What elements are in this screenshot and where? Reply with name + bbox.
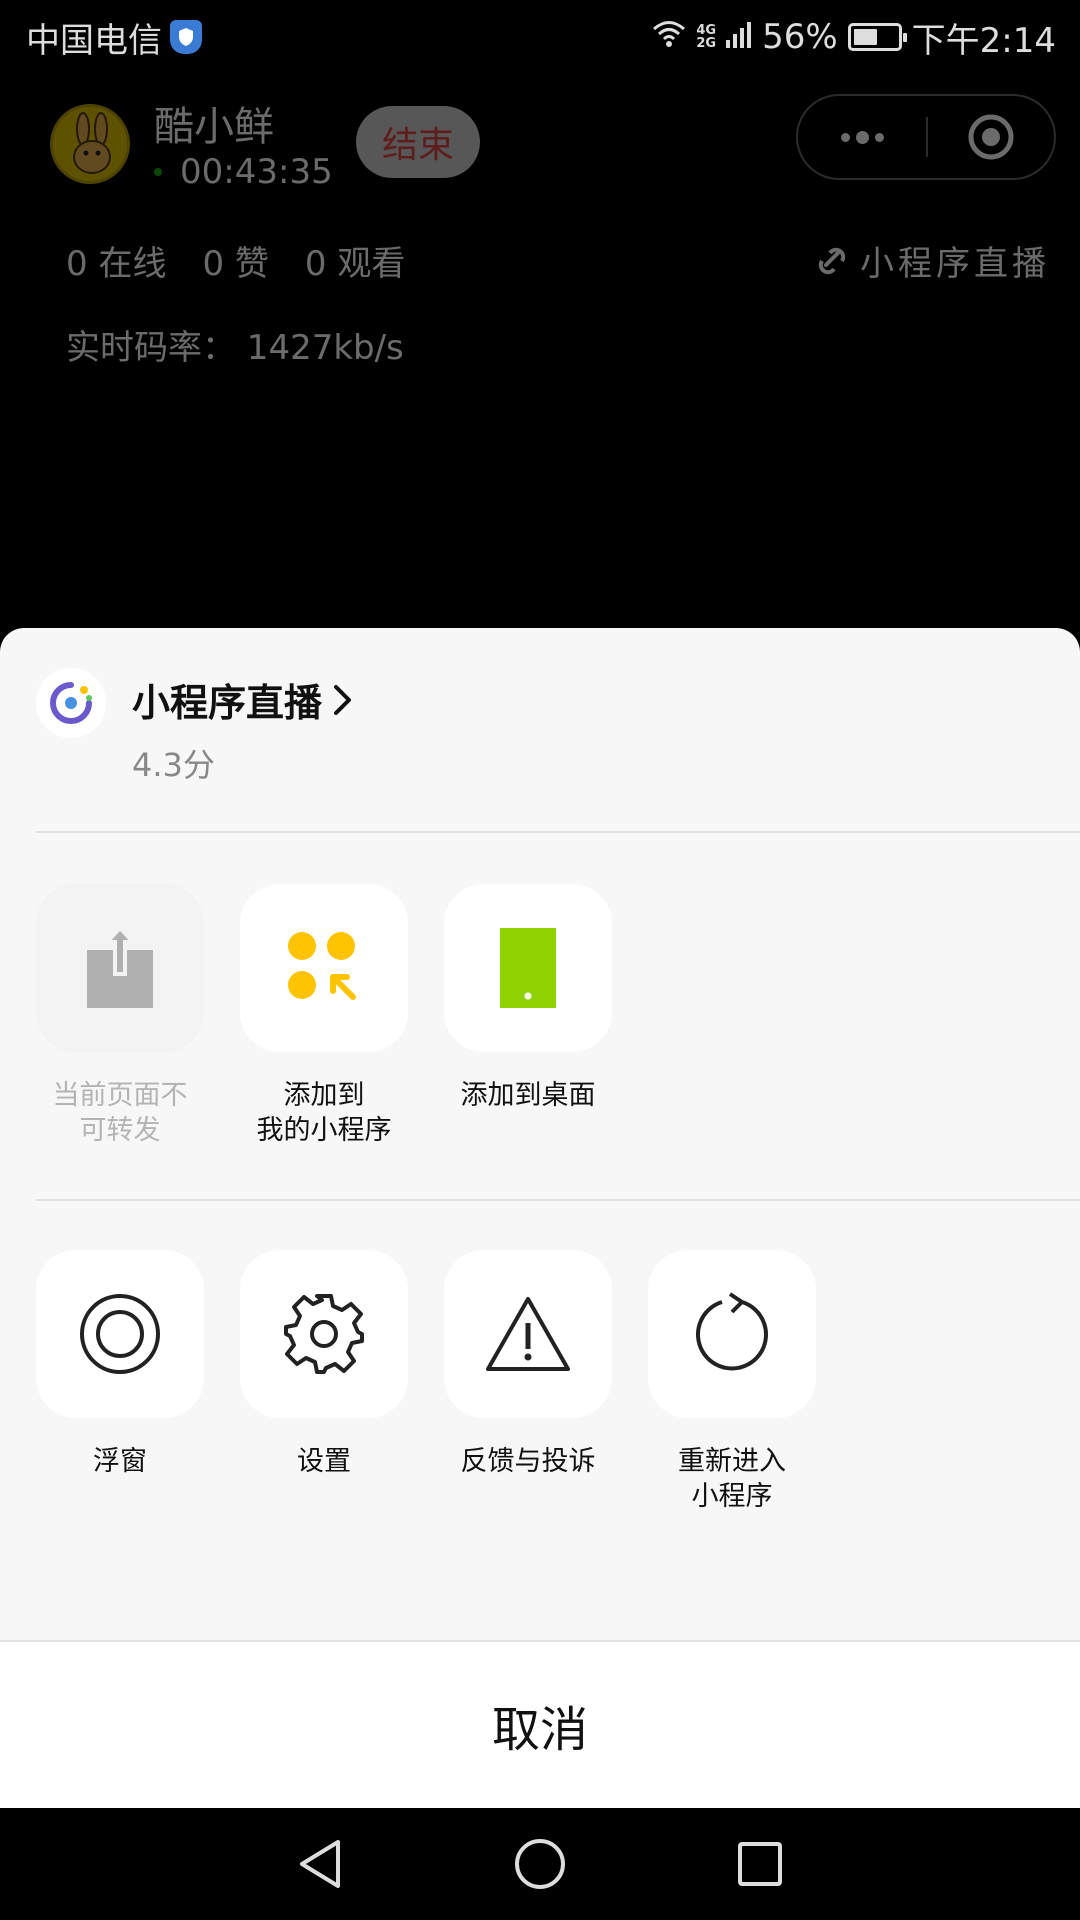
add-to-my-miniprogram-button[interactable]	[240, 884, 408, 1052]
live-timer: 00:43:35	[180, 152, 333, 192]
settings-button[interactable]	[240, 1250, 408, 1418]
settings-item[interactable]: 设置	[240, 1250, 408, 1514]
share-actions-row: 当前页面不 可转发 添加到 我的小程序 添加到桌面	[36, 884, 612, 1148]
end-live-button[interactable]: 结束	[356, 106, 480, 178]
reenter-label: 重新进入 小程序	[678, 1446, 786, 1512]
feedback-item[interactable]: 反馈与投诉	[444, 1250, 612, 1514]
navigation-bar	[0, 1808, 1080, 1920]
add-to-desktop-button[interactable]	[444, 884, 612, 1052]
status-bar: 中国电信 4G 2G 56% 下午2:14	[0, 0, 1080, 74]
carrier-label: 中国电信	[26, 20, 162, 61]
miniprogram-capsule	[796, 94, 1056, 180]
divider	[36, 1199, 1080, 1201]
security-shield-icon	[170, 20, 202, 54]
floating-window-button[interactable]	[36, 1250, 204, 1418]
reenter-button[interactable]	[648, 1250, 816, 1418]
add-to-my-miniprogram-icon	[288, 932, 356, 1000]
brand-tag: 小程序直播	[812, 236, 1050, 285]
more-button[interactable]	[798, 96, 926, 178]
more-dot-icon	[874, 132, 884, 142]
view-count: 0 观看	[304, 244, 406, 284]
like-count: 0 赞	[202, 244, 269, 284]
back-button[interactable]	[280, 1824, 360, 1904]
floating-window-icon	[80, 1294, 160, 1374]
warning-icon	[486, 1297, 570, 1371]
action-sheet: 小程序直播 4.3分 当前页面不 可转发 添加到 我的小程序 添加到桌面 浮窗 …	[0, 628, 1080, 1808]
app-logo-icon	[36, 668, 106, 738]
forward-item: 当前页面不 可转发	[36, 884, 204, 1148]
bitrate-label: 实时码率： 1427kb/s	[66, 328, 404, 368]
floating-window-label: 浮窗	[93, 1446, 147, 1477]
clock: 下午2:14	[911, 20, 1056, 61]
add-to-desktop-icon	[500, 928, 556, 1008]
back-triangle-icon	[300, 1840, 340, 1888]
live-stats: 0 在线 0 赞 0 观看	[66, 236, 405, 285]
feedback-label: 反馈与投诉	[460, 1446, 596, 1477]
divider	[36, 831, 1080, 833]
recents-button[interactable]	[720, 1824, 800, 1904]
app-name: 小程序直播	[132, 681, 323, 725]
network-type: 4G 2G	[696, 23, 717, 51]
close-miniprogram-button[interactable]	[928, 96, 1054, 178]
online-count: 0 在线	[66, 244, 167, 284]
battery-icon	[847, 23, 907, 51]
host-name: 酷小鲜	[154, 104, 274, 150]
app-rating: 4.3分	[132, 746, 215, 784]
battery-percent: 56%	[762, 17, 838, 57]
avatar[interactable]	[50, 104, 130, 184]
close-target-icon	[968, 114, 1014, 160]
add-to-desktop-label: 添加到桌面	[460, 1080, 596, 1111]
share-icon	[87, 926, 153, 1008]
recents-square-icon	[738, 1842, 782, 1886]
more-dot-icon	[855, 130, 869, 144]
feedback-button[interactable]	[444, 1250, 612, 1418]
gear-icon	[284, 1294, 364, 1374]
live-header: 酷小鲜 00:43:35 结束	[50, 92, 1056, 192]
add-to-my-miniprogram-item[interactable]: 添加到 我的小程序	[240, 884, 408, 1148]
cell-signal-icon	[726, 17, 752, 57]
chevron-right-icon	[334, 684, 352, 715]
add-to-desktop-item[interactable]: 添加到桌面	[444, 884, 612, 1148]
cancel-button[interactable]: 取消	[0, 1640, 1080, 1808]
forward-button	[36, 884, 204, 1052]
reload-icon	[696, 1292, 768, 1371]
home-circle-icon	[515, 1839, 565, 1889]
reenter-item[interactable]: 重新进入 小程序	[648, 1250, 816, 1514]
forward-label: 当前页面不 可转发	[52, 1080, 188, 1146]
more-dot-icon	[840, 132, 850, 142]
tool-actions-row: 浮窗 设置 反馈与投诉 重新进入 小程序	[36, 1250, 816, 1514]
wifi-icon	[652, 17, 686, 57]
floating-window-item[interactable]: 浮窗	[36, 1250, 204, 1514]
add-to-my-miniprogram-label: 添加到 我的小程序	[256, 1080, 392, 1146]
settings-label: 设置	[297, 1446, 351, 1477]
brand-label: 小程序直播	[860, 244, 1050, 284]
live-status-dot	[154, 168, 162, 176]
home-button[interactable]	[500, 1824, 580, 1904]
link-icon	[818, 247, 846, 274]
